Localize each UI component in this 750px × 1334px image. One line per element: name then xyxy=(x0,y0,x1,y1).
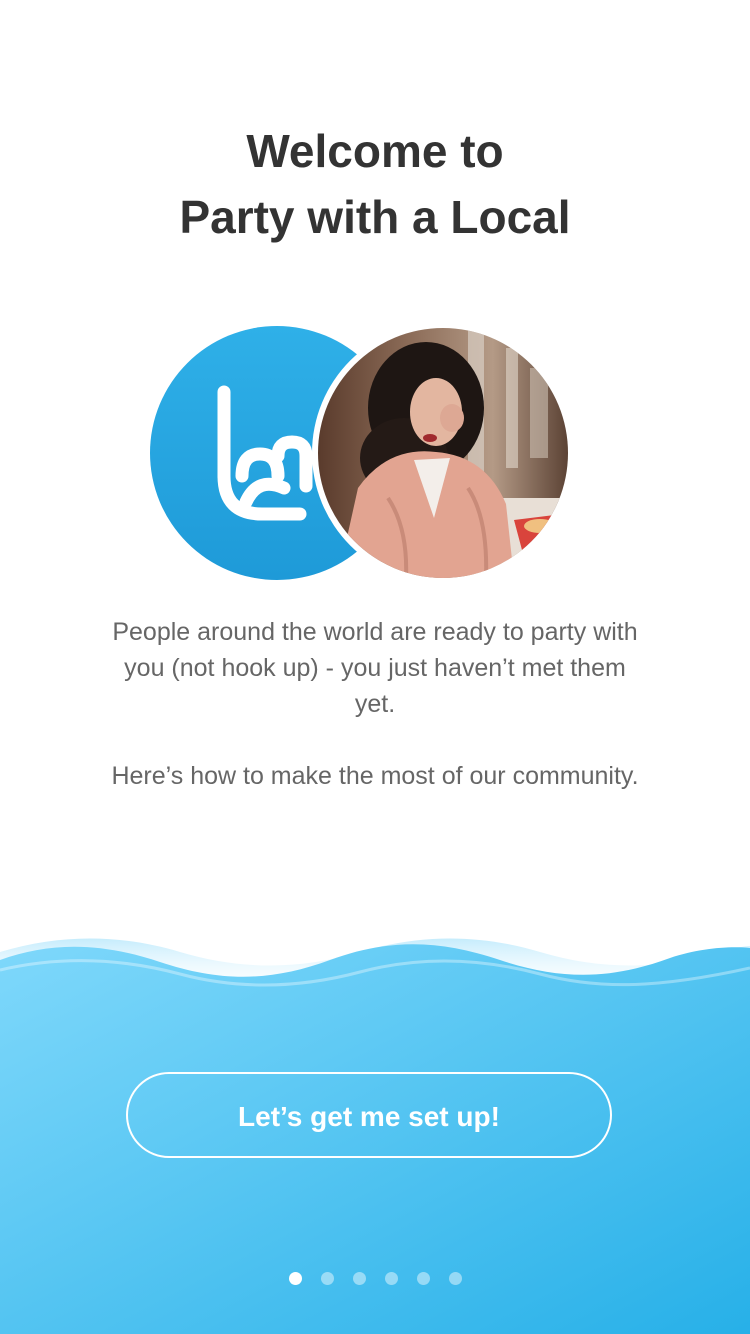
title-line-2: Party with a Local xyxy=(179,191,571,243)
page-title: Welcome to Party with a Local xyxy=(0,118,750,250)
intro-paragraph-2: Here’s how to make the most of our commu… xyxy=(111,762,639,790)
intro-paragraph-1: People around the world are ready to par… xyxy=(112,618,638,718)
page-indicator xyxy=(0,1272,750,1286)
get-started-button[interactable]: Let’s get me set up! xyxy=(126,1072,612,1158)
photo-illustration xyxy=(318,328,568,578)
intro-text: People around the world are ready to par… xyxy=(110,614,640,794)
page-dot-3[interactable] xyxy=(352,1272,366,1285)
page-dot-6[interactable] xyxy=(448,1272,462,1285)
title-line-1: Welcome to xyxy=(246,125,504,177)
page-dot-4[interactable] xyxy=(384,1272,398,1285)
page-dot-2[interactable] xyxy=(320,1272,334,1285)
hero-illustration xyxy=(148,322,578,584)
onboarding-screen: Welcome to Party with a Local People aro… xyxy=(0,0,750,1334)
member-photo xyxy=(312,322,574,584)
page-dot-5[interactable] xyxy=(416,1272,430,1285)
page-dot-1[interactable] xyxy=(288,1272,302,1285)
member-photo-image xyxy=(318,328,568,578)
